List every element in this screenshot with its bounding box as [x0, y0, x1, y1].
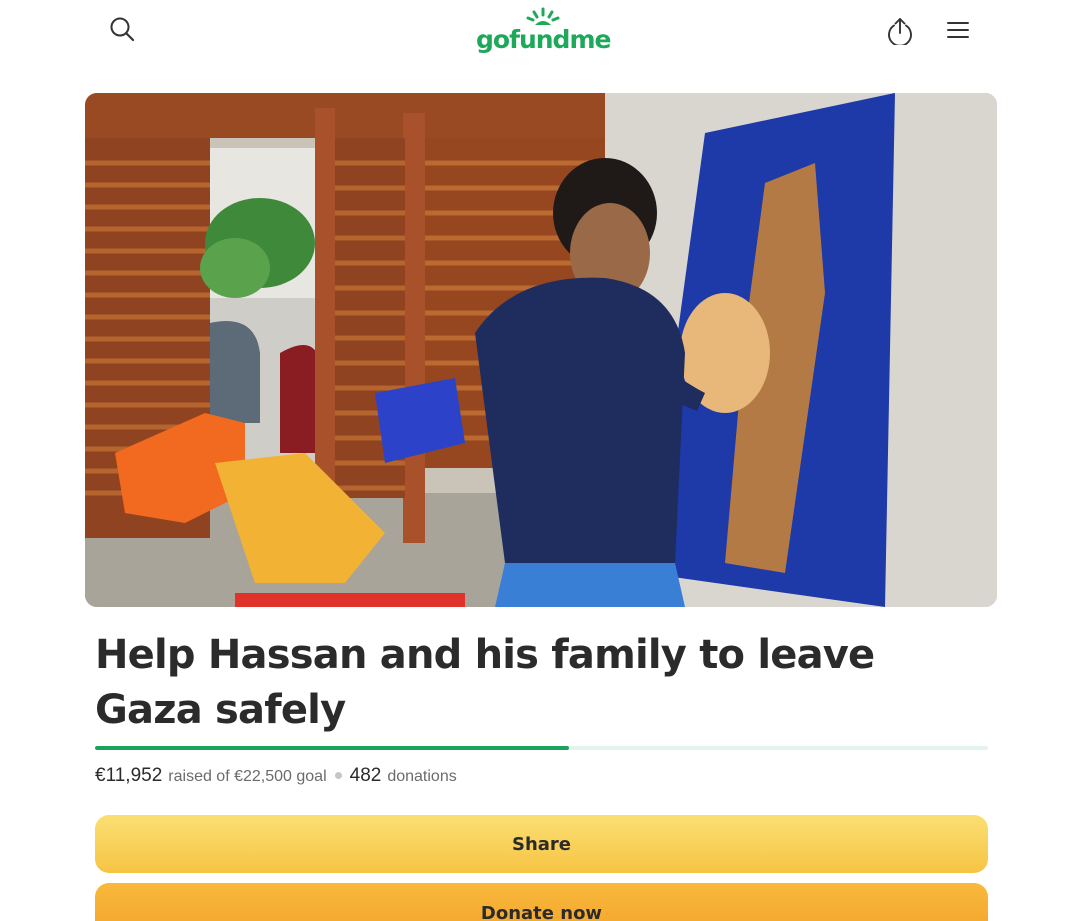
search-icon: [110, 17, 135, 42]
donate-now-button[interactable]: Donate now: [95, 883, 988, 921]
campaign-page: gofundme Help Hassan and his family to l…: [0, 0, 1080, 921]
campaign-hero-image: [85, 93, 997, 607]
hero-photo: [85, 93, 997, 607]
raised-goal-text: raised of €22,500 goal: [168, 768, 327, 785]
share-upload-button[interactable]: [882, 12, 918, 48]
raised-amount: €11,952: [95, 765, 163, 786]
fundraising-progress-bar: [95, 746, 988, 750]
progress-fill: [95, 746, 570, 750]
hamburger-menu-icon: [947, 22, 969, 38]
search-button[interactable]: [105, 12, 141, 48]
share-upload-icon: [888, 18, 912, 45]
donations-label[interactable]: donations: [387, 768, 456, 786]
donations-count: 482: [349, 765, 382, 786]
menu-button[interactable]: [940, 12, 976, 48]
share-button[interactable]: Share: [95, 815, 988, 873]
top-header: gofundme: [0, 0, 1080, 70]
separator-dot: [334, 772, 342, 779]
fundraising-stats: €11,952 raised of €22,500 goal 482 donat…: [95, 765, 457, 791]
campaign-title: Help Hassan and his family to leave Gaza…: [95, 632, 875, 733]
logo-wordmark: gofundme: [476, 25, 611, 54]
gofundme-logo[interactable]: gofundme: [476, 6, 611, 56]
